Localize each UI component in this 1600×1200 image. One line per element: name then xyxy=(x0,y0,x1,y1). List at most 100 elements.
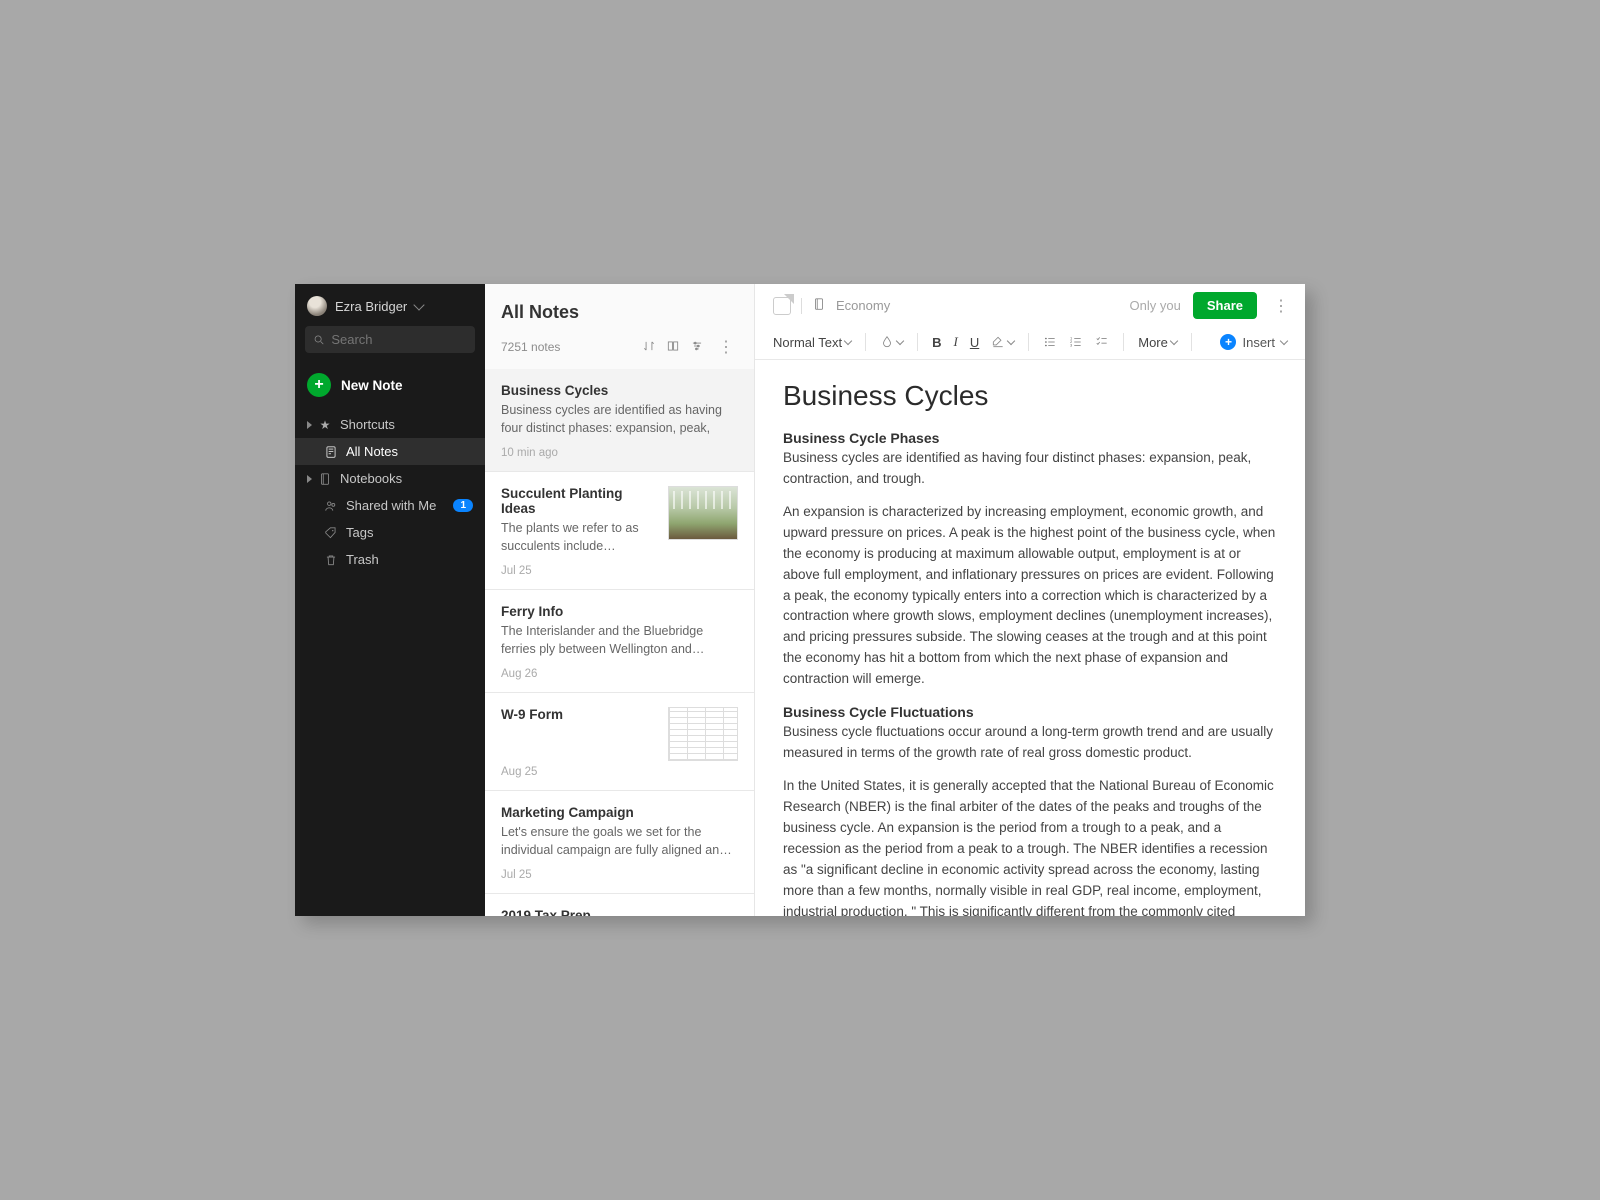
editor-topbar: Economy Only you Share ⋮ xyxy=(755,284,1305,325)
doc-title: Business Cycles xyxy=(783,380,1277,412)
list-tools: ⋮ xyxy=(642,337,738,357)
note-item-title: Marketing Campaign xyxy=(501,805,738,820)
editor-panel: Economy Only you Share ⋮ Normal Text xyxy=(755,284,1305,916)
note-item[interactable]: 2019 Tax PrepQuestions for Marilyn: Whic… xyxy=(485,894,754,916)
sidebar-item-label: Notebooks xyxy=(340,471,402,486)
user-name: Ezra Bridger xyxy=(335,299,407,314)
numbered-list-button[interactable]: 123 xyxy=(1069,335,1083,349)
note-item-preview xyxy=(501,726,658,756)
bullet-list-button[interactable] xyxy=(1043,335,1057,349)
note-item-preview: Business cycles are identified as having… xyxy=(501,402,738,437)
list-title: All Notes xyxy=(501,302,738,323)
new-note-button[interactable]: + New Note xyxy=(295,365,485,411)
people-icon xyxy=(324,499,338,513)
avatar xyxy=(307,296,327,316)
sidebar-item-all-notes[interactable]: All Notes xyxy=(295,438,485,465)
note-item-title: Business Cycles xyxy=(501,383,738,398)
note-list-panel: All Notes 7251 notes ⋮ Business CyclesBu… xyxy=(485,284,755,916)
sidebar-item-label: Trash xyxy=(346,552,379,567)
new-note-label: New Note xyxy=(341,378,403,393)
checklist-button[interactable] xyxy=(1095,335,1109,349)
search-icon xyxy=(313,333,325,347)
sidebar: Ezra Bridger + New Note ★ Shortcuts All … xyxy=(295,284,485,916)
shared-badge: 1 xyxy=(453,499,473,512)
sidebar-item-notebooks[interactable]: Notebooks xyxy=(295,465,485,492)
text-color-button[interactable] xyxy=(880,335,903,349)
account-menu[interactable]: Ezra Bridger xyxy=(295,284,485,326)
doc-heading: Business Cycle Phases xyxy=(783,430,1277,446)
list-header: All Notes xyxy=(485,284,754,331)
star-icon: ★ xyxy=(318,418,332,432)
sidebar-item-shortcuts[interactable]: ★ Shortcuts xyxy=(295,411,485,438)
note-thumbnail xyxy=(668,707,738,761)
doc-paragraph: Business cycles are identified as having… xyxy=(783,448,1277,490)
note-item-title: Succulent Planting Ideas xyxy=(501,486,658,516)
note-item-preview: The Interislander and the Bluebridge fer… xyxy=(501,623,738,658)
note-item[interactable]: Succulent Planting Ideas The plants we re… xyxy=(485,472,754,590)
doc-paragraph: Business cycle fluctuations occur around… xyxy=(783,722,1277,764)
note-item[interactable]: Ferry Info The Interislander and the Blue… xyxy=(485,590,754,693)
sidebar-item-shared[interactable]: Shared with Me 1 xyxy=(295,492,485,519)
sidebar-item-label: All Notes xyxy=(346,444,398,459)
sidebar-item-trash[interactable]: Trash xyxy=(295,546,485,573)
text-style-dropdown[interactable]: Normal Text xyxy=(773,335,851,350)
chevron-down-icon xyxy=(1007,337,1015,345)
privacy-label[interactable]: Only you xyxy=(1130,298,1181,313)
search-input[interactable] xyxy=(305,326,475,353)
doc-paragraph: In the United States, it is generally ac… xyxy=(783,776,1277,916)
note-thumbnail xyxy=(668,486,738,540)
note-item[interactable]: Business Cycles Business cycles are ident… xyxy=(485,369,754,472)
chevron-down-icon xyxy=(1170,337,1178,345)
sidebar-item-label: Shortcuts xyxy=(340,417,395,432)
note-item-preview: Let's ensure the goals we set for the in… xyxy=(501,824,738,859)
caret-right-icon xyxy=(307,475,312,483)
trash-icon xyxy=(324,553,338,567)
italic-button[interactable]: I xyxy=(954,334,958,350)
doc-paragraph: An expansion is characterized by increas… xyxy=(783,502,1277,690)
note-item-date: Aug 26 xyxy=(501,668,738,680)
doc-heading: Business Cycle Fluctuations xyxy=(783,704,1277,720)
sidebar-item-label: Tags xyxy=(346,525,373,540)
chevron-down-icon xyxy=(1280,337,1288,345)
note-icon xyxy=(324,445,338,459)
note-item-date: Aug 25 xyxy=(501,766,658,778)
highlight-button[interactable] xyxy=(991,335,1014,349)
editor-toolbar: Normal Text B I U xyxy=(755,325,1305,360)
note-count: 7251 notes xyxy=(501,340,560,354)
share-button[interactable]: Share xyxy=(1193,292,1257,319)
chevron-down-icon xyxy=(844,337,852,345)
note-item-title: 2019 Tax Prep xyxy=(501,908,738,916)
editor-body[interactable]: Business Cycles Business Cycle Phases Bu… xyxy=(755,360,1305,916)
sort-icon[interactable] xyxy=(642,339,656,356)
note-item-date: Jul 25 xyxy=(501,869,738,881)
note-item-date: 10 min ago xyxy=(501,447,738,459)
app-window: Ezra Bridger + New Note ★ Shortcuts All … xyxy=(295,284,1305,916)
note-item-date: Jul 25 xyxy=(501,565,658,577)
note-item[interactable]: Marketing Campaign Let's ensure the goals… xyxy=(485,791,754,894)
filter-icon[interactable] xyxy=(690,339,704,356)
bold-button[interactable]: B xyxy=(932,335,941,350)
note-item-preview: The plants we refer to as succulents inc… xyxy=(501,520,658,555)
list-subheader: 7251 notes ⋮ xyxy=(485,331,754,369)
expand-icon[interactable] xyxy=(773,297,791,315)
insert-button[interactable]: + Insert xyxy=(1220,334,1287,350)
notebook-name[interactable]: Economy xyxy=(836,298,890,313)
plus-circle-icon: + xyxy=(1220,334,1236,350)
note-items: Business Cycles Business cycles are ident… xyxy=(485,369,754,916)
svg-text:3: 3 xyxy=(1070,344,1072,348)
search-field[interactable] xyxy=(331,332,467,347)
note-item-title: Ferry Info xyxy=(501,604,738,619)
more-formatting-dropdown[interactable]: More xyxy=(1138,335,1177,350)
notebook-icon xyxy=(812,297,826,314)
note-more-icon[interactable]: ⋮ xyxy=(1269,296,1293,316)
note-item[interactable]: W-9 FormAug 25 xyxy=(485,693,754,791)
chevron-down-icon xyxy=(414,299,425,310)
view-icon[interactable] xyxy=(666,339,680,356)
tag-icon xyxy=(324,526,338,540)
plus-icon: + xyxy=(307,373,331,397)
sidebar-item-tags[interactable]: Tags xyxy=(295,519,485,546)
more-icon[interactable]: ⋮ xyxy=(714,337,738,357)
caret-right-icon xyxy=(307,421,312,429)
underline-button[interactable]: U xyxy=(970,335,979,350)
notebook-icon xyxy=(318,472,332,486)
